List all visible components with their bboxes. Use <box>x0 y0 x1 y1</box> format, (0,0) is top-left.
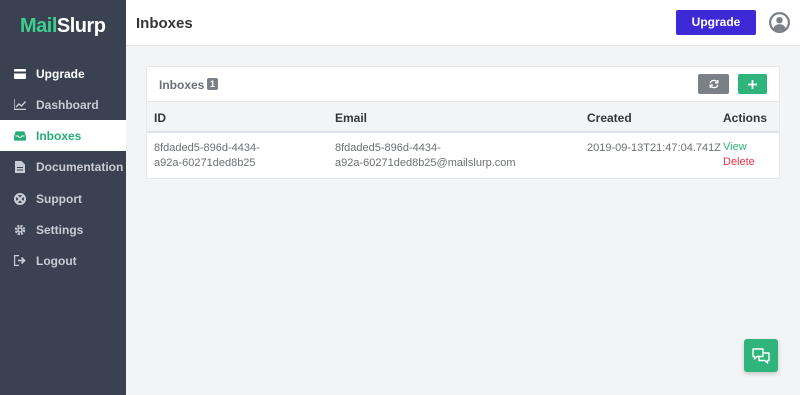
logout-icon <box>14 255 26 267</box>
sidebar-item-support[interactable]: Support <box>0 183 126 214</box>
lifebuoy-icon <box>14 192 26 205</box>
inbox-id-line2: a92a-60271ded8b25 <box>154 157 256 169</box>
chart-icon <box>14 99 26 111</box>
column-header-actions: Actions <box>723 111 768 125</box>
column-header-id: ID <box>154 111 166 125</box>
card-icon <box>14 68 26 80</box>
card-title: Inboxes <box>159 78 205 92</box>
inbox-id-cell: 8fdaded5-896d-4434- a92a-60271ded8b25 <box>154 141 260 171</box>
inbox-id-line1: 8fdaded5-896d-4434- <box>154 142 260 154</box>
logo-text-mail: Mail <box>20 15 57 37</box>
user-circle-icon[interactable] <box>769 12 790 33</box>
inbox-email-line1: 8fdaded5-896d-4434- <box>335 142 441 154</box>
sidebar-item-settings[interactable]: Settings <box>0 214 126 245</box>
inbox-email-cell: 8fdaded5-896d-4434- a92a-60271ded8b25@ma… <box>335 141 516 171</box>
column-header-email: Email <box>335 111 368 125</box>
view-inbox-link[interactable]: View <box>723 141 747 153</box>
sidebar-item-label: Support <box>36 191 82 206</box>
page-title: Inboxes <box>136 15 193 32</box>
refresh-icon <box>709 79 719 89</box>
sidebar-item-upgrade[interactable]: Upgrade <box>0 58 126 89</box>
refresh-button[interactable] <box>698 74 729 94</box>
sidebar-item-inboxes[interactable]: Inboxes <box>0 120 126 151</box>
table-header: ID Email Created Actions <box>147 101 779 133</box>
inboxes-card: Inboxes 1 ID Email Created Actions 8fdad… <box>146 66 780 179</box>
top-bar: Inboxes Upgrade <box>126 0 800 46</box>
upgrade-button[interactable]: Upgrade <box>676 10 756 35</box>
document-icon <box>14 160 26 173</box>
delete-inbox-link[interactable]: Delete <box>723 156 755 168</box>
sidebar-item-label: Upgrade <box>36 66 85 81</box>
column-header-created: Created <box>587 111 632 125</box>
inbox-count-badge: 1 <box>207 78 218 90</box>
chat-icon <box>752 347 770 364</box>
inbox-email-line2: a92a-60271ded8b25@mailslurp.com <box>335 157 516 169</box>
sidebar-item-documentation[interactable]: Documentation <box>0 151 126 182</box>
sidebar: MailSlurp Upgrade Dashboard Inboxes Docu… <box>0 0 126 395</box>
sidebar-item-label: Inboxes <box>36 128 82 143</box>
sidebar-item-label: Logout <box>36 253 77 268</box>
add-inbox-button[interactable] <box>738 74 767 94</box>
sidebar-item-logout[interactable]: Logout <box>0 245 126 276</box>
sidebar-item-label: Settings <box>36 222 84 237</box>
inbox-icon <box>14 130 26 142</box>
mailslurp-logo[interactable]: MailSlurp <box>20 15 106 38</box>
inbox-created-cell: 2019-09-13T21:47:04.741Z <box>587 142 721 154</box>
logo-text-slurp: Slurp <box>56 15 106 37</box>
gear-icon <box>14 224 26 236</box>
sidebar-item-label: Documentation <box>36 159 124 174</box>
sidebar-item-label: Dashboard <box>36 97 99 112</box>
chat-button[interactable] <box>744 339 778 372</box>
sidebar-item-dashboard[interactable]: Dashboard <box>0 89 126 120</box>
plus-icon <box>748 79 757 89</box>
